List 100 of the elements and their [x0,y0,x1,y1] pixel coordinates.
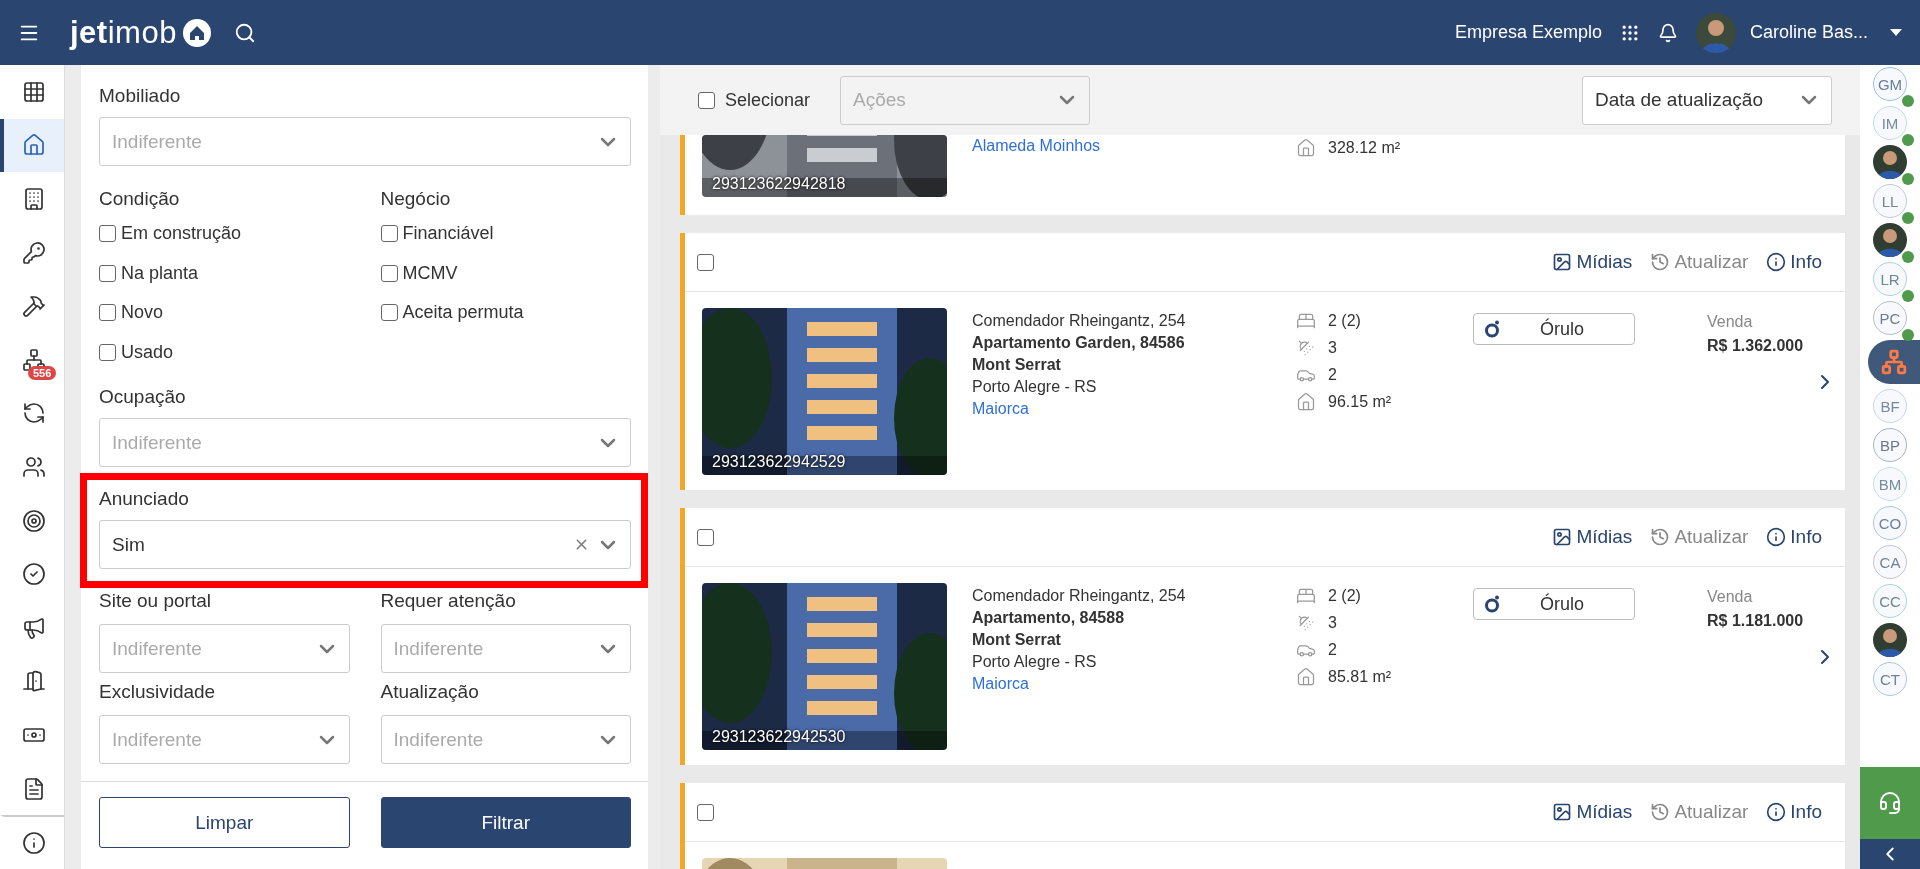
hub-app-tab[interactable] [1868,340,1920,384]
info-icon [1766,252,1787,272]
portal-badge: Órulo [1473,588,1635,620]
info-icon [1766,802,1787,822]
listing-code: 293123622942818 [712,175,846,193]
avatar[interactable] [1873,623,1907,657]
house-logo-icon [182,18,211,47]
media-button[interactable]: Mídias [1552,801,1633,823]
stat-value: 328.12 m² [1328,139,1401,157]
image-icon [1552,252,1573,272]
checkbox[interactable] [697,528,714,546]
search-icon[interactable] [233,21,256,44]
user-avatar[interactable] [1695,12,1736,53]
checkbox[interactable] [698,91,715,109]
member-avatar[interactable]: CC [1873,584,1907,618]
people-icon [22,454,46,479]
stat-value: 2 (2) [1328,312,1361,330]
member-avatar[interactable]: BP [1873,428,1907,462]
bath-icon [1296,338,1316,358]
select-label: Selecionar [725,89,811,111]
city: Porto Alegre - RS [972,377,1098,397]
checkbox-option[interactable]: Em construção [99,214,350,254]
collapse-button[interactable] [1860,839,1920,869]
checkbox-option[interactable]: Usado [99,332,350,372]
media-button[interactable]: Mídias [1552,251,1633,273]
select-field[interactable]: Sim [99,520,631,569]
media-button[interactable]: Mídias [1552,526,1633,548]
stat-value: 2 [1328,366,1337,384]
info-button[interactable]: Info [1766,251,1822,273]
support-button[interactable] [1860,767,1920,839]
avatar[interactable] [1873,145,1907,179]
filter-button[interactable]: Filtrar [380,797,631,848]
field-label: Ocupação [99,386,187,408]
member-avatar[interactable]: GM [1873,67,1907,101]
target-icon [22,508,46,533]
stat-value: 2 (2) [1328,587,1361,605]
city: Porto Alegre - RS [972,652,1098,672]
sort-select[interactable]: Data de atualização [1582,75,1832,125]
home-icon [22,133,46,158]
business-type: Venda [1707,313,1754,331]
network-nav-item[interactable]: 556 [0,332,64,387]
home-nav-item[interactable] [0,118,64,173]
select-field[interactable]: Indiferente [380,624,631,673]
address: Comendador Rheingantz, 254 [972,311,1187,331]
member-avatar[interactable]: CA [1873,545,1907,579]
field-label: Negócio [380,188,452,210]
address: Comendador Rheingantz, 254 [972,586,1187,606]
select-field[interactable]: Indiferente [380,715,631,764]
info-button[interactable]: Info [1766,526,1822,548]
member-avatar[interactable]: IM [1873,106,1907,140]
image-icon [1552,527,1573,547]
select-field[interactable]: Indiferente [99,418,631,467]
notification-bell-icon[interactable] [1657,22,1678,43]
megaphone-icon [22,615,46,640]
condominium-link[interactable]: Maiorca [972,673,1296,695]
portal-badge: Órulo [1473,313,1635,345]
stat-value: 3 [1328,339,1337,357]
check-icon [22,562,46,587]
listing-code: 293123622942530 [712,728,846,746]
condominium-link[interactable]: Maiorca [972,398,1296,420]
field-label: Atualização [380,681,480,703]
field-label: Anunciado [99,488,190,510]
member-avatar[interactable]: BF [1873,389,1907,423]
info-icon [22,831,46,856]
field-label: Mobiliado [99,85,182,107]
caret-icon[interactable] [1890,28,1902,37]
member-avatar[interactable]: LR [1873,262,1907,296]
listing-title: Apartamento Garden, 84586 [972,333,1186,353]
listing-title: Apartamento, 84588 [972,608,1126,628]
table-icon [22,79,46,104]
checkbox-option[interactable]: Financiável [380,214,631,254]
business-type: Venda [1707,588,1754,606]
member-avatar[interactable]: LL [1873,184,1907,218]
checkbox-option[interactable]: Na planta [99,253,350,293]
user-name[interactable]: Caroline Bas... [1749,22,1868,43]
info-icon [1766,527,1787,547]
avatar[interactable] [1873,223,1907,257]
member-avatar[interactable]: BM [1873,467,1907,501]
logo: jetimob [70,14,177,51]
file-icon [22,776,46,801]
company-name[interactable]: Empresa Exemplo [1454,22,1602,43]
info-button[interactable]: Info [1766,801,1822,823]
history-icon [1650,802,1671,822]
member-avatar[interactable]: CT [1873,662,1907,696]
checkbox[interactable] [697,803,714,821]
history-icon [1650,252,1671,272]
select-field[interactable]: Indiferente [99,624,350,673]
condominium-link[interactable]: Alameda Moinhos [972,135,1296,157]
checkbox-option[interactable]: Aceita permuta [380,293,631,333]
clear-button[interactable]: Limpar [99,797,350,848]
bed-icon [1296,586,1316,606]
checkbox[interactable] [697,253,714,271]
field-label: Condição [99,188,181,210]
bed-icon [1296,311,1316,331]
member-avatar[interactable]: CO [1873,506,1907,540]
member-avatar[interactable]: PC [1873,301,1907,335]
select-field[interactable]: Indiferente [99,117,631,166]
checkbox-option[interactable]: Novo [99,293,350,333]
select-field[interactable]: Indiferente [99,715,350,764]
checkbox-option[interactable]: MCMV [380,253,631,293]
